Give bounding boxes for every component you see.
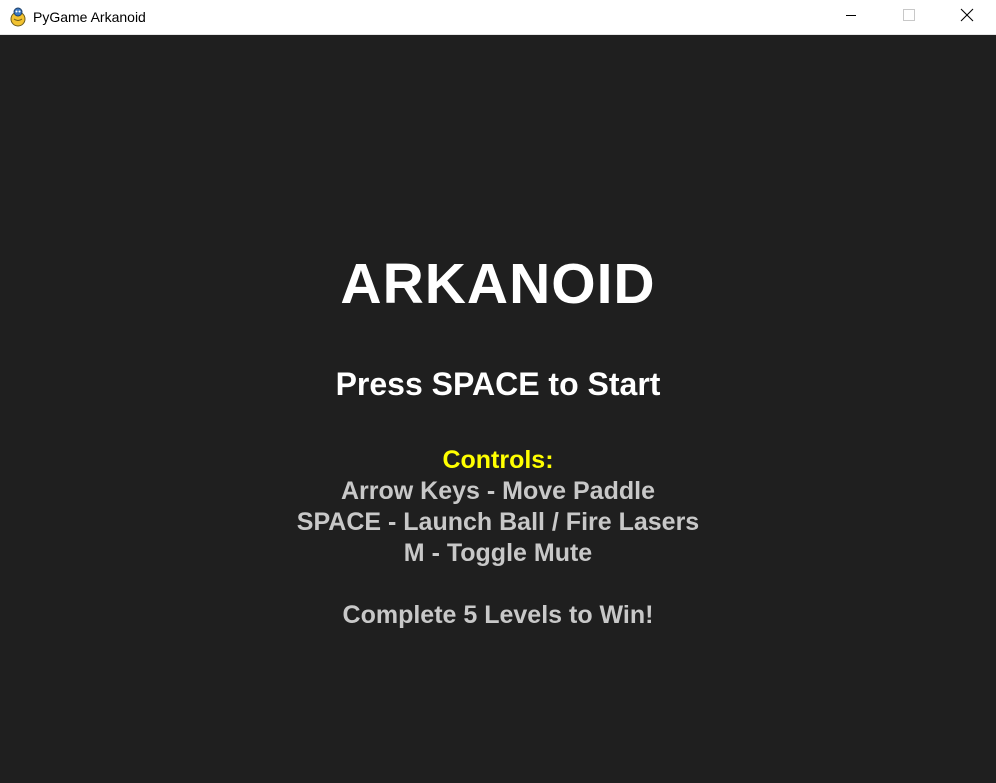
app-window: PyGame Arkanoid ARKANOID Press SPACE to … <box>0 0 996 783</box>
control-instruction: SPACE - Launch Ball / Fire Lasers <box>296 508 700 536</box>
close-icon <box>960 8 974 27</box>
minimize-icon <box>845 8 857 26</box>
maximize-button[interactable] <box>880 0 938 34</box>
maximize-icon <box>903 8 915 26</box>
controls-heading: Controls: <box>442 446 554 474</box>
close-button[interactable] <box>938 0 996 34</box>
window-title: PyGame Arkanoid <box>33 9 146 25</box>
title-bar[interactable]: PyGame Arkanoid <box>0 0 996 35</box>
minimize-button[interactable] <box>822 0 880 34</box>
game-canvas[interactable]: ARKANOID Press SPACE to Start Controls: … <box>0 35 996 783</box>
game-title: ARKANOID <box>340 252 656 316</box>
win-goal-text: Complete 5 Levels to Win! <box>342 601 654 629</box>
control-instruction: Arrow Keys - Move Paddle <box>341 477 655 505</box>
control-instruction: M - Toggle Mute <box>403 539 593 567</box>
start-prompt: Press SPACE to Start <box>335 366 661 402</box>
pygame-snake-icon <box>9 7 27 27</box>
